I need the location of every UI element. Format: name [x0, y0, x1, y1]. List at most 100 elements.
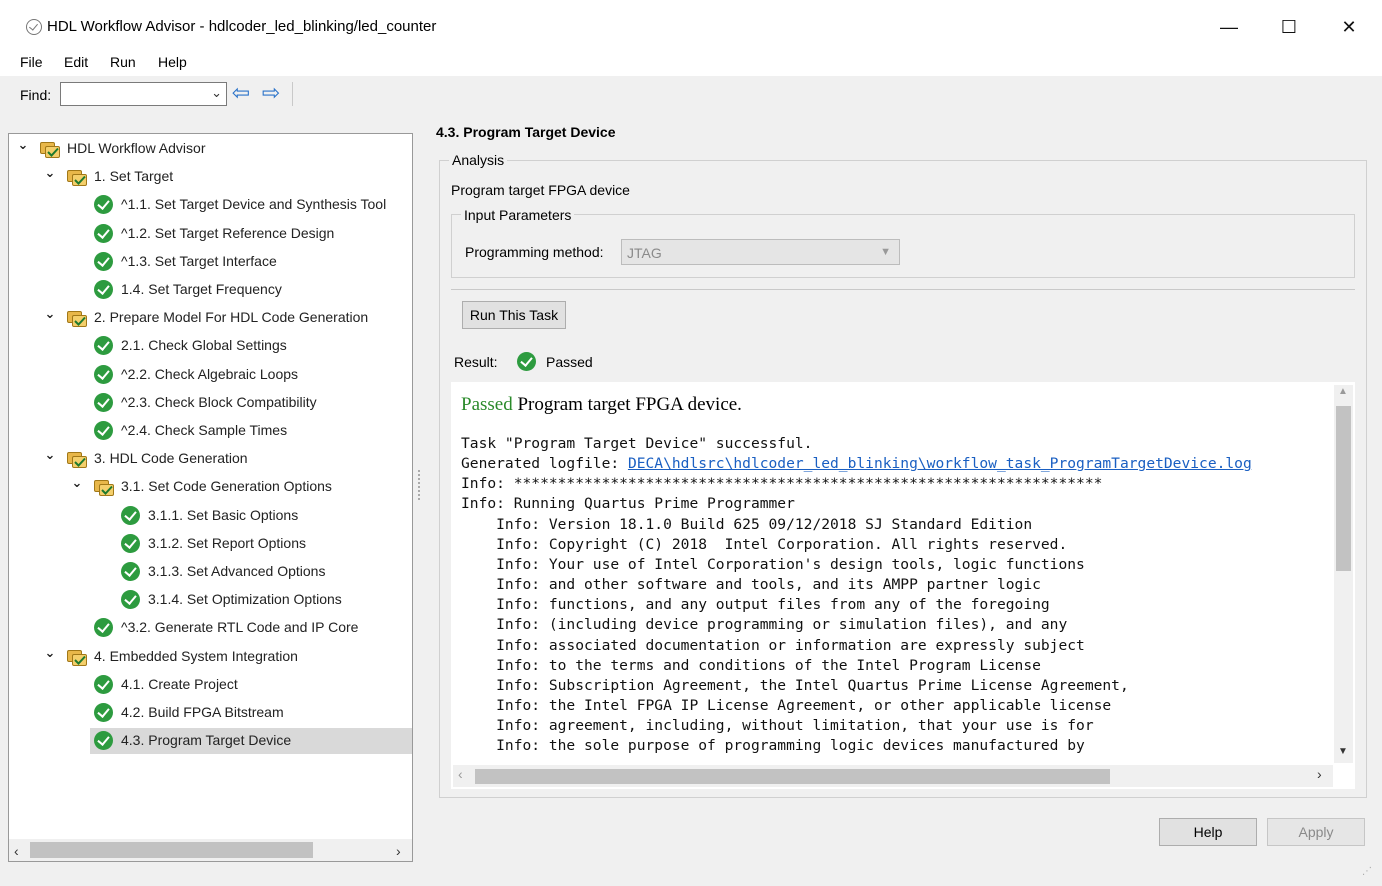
tree-item[interactable]: ^2.2. Check Algebraic Loops	[9, 362, 412, 388]
tree-item[interactable]: ⌄ 3. HDL Code Generation	[9, 446, 412, 472]
log-line: Info: and other software and tools, and …	[461, 576, 1041, 594]
tree-item-label: 3.1.1. Set Basic Options	[148, 506, 299, 523]
log-line: Info: the sole purpose of programming lo…	[461, 737, 1085, 755]
tree-item[interactable]: 2.1. Check Global Settings	[9, 333, 412, 359]
log-line: Info: Your use of Intel Corporation's de…	[461, 555, 1085, 573]
tree-item-label: ^2.3. Check Block Compatibility	[121, 393, 317, 410]
tree-item[interactable]: 4.1. Create Project	[9, 672, 412, 698]
find-next-button[interactable]: ⇨	[260, 81, 282, 105]
tree-item[interactable]: ^3.2. Generate RTL Code and IP Core	[9, 615, 412, 641]
find-previous-button[interactable]: ⇦	[230, 81, 252, 105]
find-input[interactable]: ⌄	[60, 82, 227, 106]
menu-run[interactable]: Run	[110, 54, 136, 70]
tree-item-label: ^1.3. Set Target Interface	[121, 252, 277, 269]
passed-check-icon	[94, 618, 113, 638]
tree-item[interactable]: ⌄ 3.1. Set Code Generation Options	[9, 474, 412, 500]
expand-toggle-icon[interactable]: ⌄	[43, 307, 57, 321]
menu-file[interactable]: File	[20, 54, 43, 70]
apply-button[interactable]: Apply	[1267, 818, 1365, 846]
tree-item-label: 3.1.3. Set Advanced Options	[148, 563, 326, 579]
workflow-tree[interactable]: ⌄ HDL Workflow Advisor ⌄ 1. Set Target ^1.1.…	[8, 133, 413, 862]
log-line: Info: the Intel FPGA IP License Agreemen…	[461, 697, 1112, 715]
passed-check-icon	[517, 352, 536, 371]
tree-item[interactable]: ^1.3. Set Target Interface	[9, 249, 412, 275]
tree-item[interactable]: 3.1.2. Set Report Options	[9, 531, 412, 557]
report-vertical-thumb[interactable]	[1336, 406, 1351, 571]
chevron-down-icon: ▼	[880, 246, 891, 258]
passed-check-icon	[121, 533, 140, 553]
passed-check-icon	[94, 703, 113, 722]
result-value: Passed	[546, 354, 593, 370]
tree-item[interactable]: 3.1.3. Set Advanced Options	[9, 559, 412, 585]
tree-item-label: 1.4. Set Target Frequency	[121, 281, 282, 297]
result-label: Result:	[454, 354, 498, 370]
analysis-legend: Analysis	[449, 152, 508, 168]
tree-item[interactable]: ^2.4. Check Sample Times	[9, 418, 412, 444]
tree-item-label: 2. Prepare Model For HDL Code Generation	[94, 309, 369, 326]
tree-item[interactable]: 1.4. Set Target Frequency	[9, 277, 412, 303]
report-log: Task "Program Target Device" successful.…	[461, 434, 1331, 757]
tree-item-label: 3. HDL Code Generation	[94, 450, 248, 467]
log-line: Info: to the terms and conditions of the…	[461, 656, 1041, 674]
menu-help[interactable]: Help	[158, 54, 187, 70]
window-title: HDL Workflow Advisor - hdlcoder_led_blin…	[47, 18, 437, 35]
passed-check-icon	[94, 336, 113, 356]
scroll-down-icon[interactable]: ▼	[1338, 746, 1348, 757]
analysis-description: Program target FPGA device	[451, 182, 630, 198]
chevron-down-icon[interactable]: ⌄	[211, 85, 222, 101]
tree-item[interactable]: 4.3. Program Target Device	[90, 728, 412, 755]
minimize-button[interactable]: —	[1206, 12, 1252, 42]
tree-item[interactable]: ^1.2. Set Target Reference Design	[9, 221, 412, 247]
tree-item[interactable]: ⌄ 4. Embedded System Integration	[9, 644, 412, 670]
log-line: Info: associated documentation or inform…	[461, 636, 1085, 654]
resize-grip-icon[interactable]: ⋰	[1362, 866, 1376, 880]
tree-item[interactable]: ⌄ 2. Prepare Model For HDL Code Generatio…	[9, 305, 412, 331]
scroll-up-icon[interactable]: ▲	[1338, 386, 1348, 397]
passed-check-icon	[94, 674, 113, 694]
close-button[interactable]: ✕	[1326, 12, 1372, 42]
tree-item[interactable]: 3.1.4. Set Optimization Options	[9, 587, 412, 613]
input-parameters-legend: Input Parameters	[461, 207, 575, 223]
expand-toggle-icon[interactable]: ⌄	[70, 476, 84, 490]
programming-method-label: Programming method:	[465, 244, 604, 260]
passed-check-icon	[94, 421, 113, 440]
report-horizontal-thumb[interactable]	[475, 769, 1110, 784]
expand-toggle-icon[interactable]: ⌄	[43, 645, 57, 660]
find-label: Find:	[20, 87, 52, 103]
passed-check-icon	[94, 223, 113, 243]
log-line-task: Task "Program Target Device" successful.	[461, 435, 813, 452]
programming-method-select[interactable]: JTAG ▼	[621, 239, 900, 265]
passed-check-icon	[94, 392, 113, 412]
expand-toggle-icon[interactable]: ⌄	[43, 166, 57, 180]
logfile-link[interactable]: DECA\hdlsrc\hdlcoder_led_blinking\workfl…	[628, 455, 1252, 472]
menu-bar	[0, 52, 1382, 76]
tree-item-label: HDL Workflow Advisor	[67, 140, 206, 156]
tree-item-label: ^1.1. Set Target Device and Synthesis To…	[121, 196, 387, 213]
tree-scroll-thumb[interactable]	[30, 842, 313, 858]
maximize-button[interactable]: ☐	[1266, 12, 1312, 42]
expand-toggle-icon[interactable]: ⌄	[16, 138, 30, 152]
panel-splitter[interactable]	[418, 470, 421, 500]
programming-method-value: JTAG	[627, 245, 662, 261]
menu-edit[interactable]: Edit	[64, 54, 88, 70]
expand-toggle-icon[interactable]: ⌄	[43, 448, 57, 462]
scroll-left-icon[interactable]: ‹	[14, 843, 19, 859]
tree-item[interactable]: ^1.1. Set Target Device and Synthesis To…	[9, 192, 412, 218]
passed-check-icon	[121, 562, 140, 581]
tree-item[interactable]: 4.2. Build FPGA Bitstream	[9, 700, 412, 726]
log-line: Info: Copyright (C) 2018 Intel Corporati…	[461, 535, 1068, 553]
scroll-left-icon[interactable]: ‹	[458, 766, 463, 782]
tree-item[interactable]: ^2.3. Check Block Compatibility	[9, 390, 412, 416]
tree-item[interactable]: ⌄ HDL Workflow Advisor	[9, 136, 412, 162]
tree-item[interactable]: ⌄ 1. Set Target	[9, 164, 412, 190]
scroll-right-icon[interactable]: ›	[396, 843, 401, 859]
help-button[interactable]: Help	[1159, 818, 1257, 846]
tree-item[interactable]: 3.1.1. Set Basic Options	[9, 503, 412, 529]
tree-item-label: ^2.4. Check Sample Times	[121, 422, 288, 438]
task-folder-icon	[40, 140, 60, 158]
scroll-right-icon[interactable]: ›	[1317, 766, 1322, 782]
tree-item-label: ^2.2. Check Algebraic Loops	[121, 365, 299, 382]
run-this-task-button[interactable]: Run This Task	[462, 301, 566, 329]
log-line: Info: Running Quartus Prime Programmer	[461, 495, 795, 513]
passed-check-icon	[94, 364, 113, 384]
